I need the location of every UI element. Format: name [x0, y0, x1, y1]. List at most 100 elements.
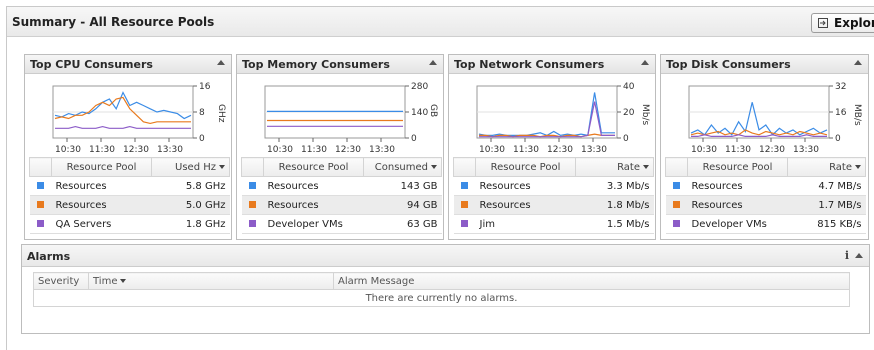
explore-button[interactable]: Explore [811, 13, 874, 33]
collapse-chevron-up-icon[interactable] [429, 60, 437, 65]
orange-swatch-icon [37, 201, 44, 208]
column-header-resource-pool[interactable]: Resource Pool [51, 157, 152, 177]
panel-title: Top Network Consumers [454, 58, 605, 71]
value-cell: 143 GB [363, 176, 442, 196]
color-cell [665, 176, 688, 196]
value-cell: 63 GB [363, 214, 442, 234]
column-header-value[interactable]: Rate [787, 157, 866, 177]
color-column-header [453, 157, 476, 177]
table-row[interactable]: Resources 5.8 GHz [29, 176, 230, 196]
panel-top-network-consumers: Top Network Consumers 40 20 0 Mb/s 10:30 11:3… [448, 54, 656, 240]
value-cell: 815 KB/s [787, 214, 866, 234]
value-cell: 5.8 GHz [151, 176, 230, 196]
y-axis-unit: GB [428, 104, 438, 117]
purple-swatch-icon [461, 220, 468, 227]
color-column-header [29, 157, 52, 177]
table-row[interactable]: Resources 5.0 GHz [29, 195, 230, 215]
table-row[interactable]: Resources 1.8 Mb/s [453, 195, 654, 215]
sort-down-icon [219, 164, 225, 169]
y-tick-label: 40 [623, 82, 635, 92]
y-tick-label: 0 [623, 134, 629, 144]
y-tick-label: 280 [411, 82, 428, 92]
purple-swatch-icon [673, 220, 680, 227]
color-cell [453, 214, 476, 234]
cpu-chart: 16 8 0 GHz 10:30 11:30 12:30 13:30 [29, 78, 229, 159]
table-row[interactable]: Resources 143 GB [241, 176, 442, 196]
explore-icon [818, 18, 828, 28]
collapse-chevron-up-icon[interactable] [641, 60, 649, 65]
sort-down-icon [431, 164, 437, 169]
table-header-row: Resource Pool Rate [453, 157, 654, 177]
y-tick-label: 16 [835, 108, 847, 118]
orange-swatch-icon [461, 201, 468, 208]
table-row[interactable]: Resources 4.7 MB/s [665, 176, 866, 196]
column-header-severity[interactable]: Severity [33, 272, 89, 290]
resource-pool-cell: Jim [475, 214, 576, 234]
panel-top-memory-consumers: Top Memory Consumers 280 140 0 GB 10:30 11:30… [236, 54, 444, 240]
column-header-resource-pool[interactable]: Resource Pool [687, 157, 788, 177]
column-header-value-label: Consumed [374, 161, 428, 173]
value-cell: 4.7 MB/s [787, 176, 866, 196]
resource-pool-cell: QA Servers [51, 214, 152, 234]
x-tick-label: 11:30 [301, 145, 327, 155]
resource-pool-cell: Resources [687, 176, 788, 196]
panel-header: Top Memory Consumers [237, 55, 443, 74]
network-table: Resource Pool Rate Resources 3.3 Mb/s Res… [453, 157, 654, 234]
column-header-value-label: Rate [829, 161, 852, 173]
orange-swatch-icon [249, 201, 256, 208]
panel-top-cpu-consumers: Top CPU Consumers 16 8 0 GHz 10:30 11:30 12:30… [24, 54, 232, 240]
column-header-value[interactable]: Consumed [363, 157, 442, 177]
value-cell: 1.8 GHz [151, 214, 230, 234]
y-axis-unit: MB/s [852, 104, 862, 126]
color-cell [665, 195, 688, 215]
color-cell [241, 214, 264, 234]
table-row[interactable]: Resources 1.7 MB/s [665, 195, 866, 215]
column-header-value-label: Rate [617, 161, 640, 173]
column-header-value[interactable]: Rate [575, 157, 654, 177]
column-header-value[interactable]: Used Hz [151, 157, 230, 177]
x-tick-label: 11:30 [725, 145, 751, 155]
color-column-header [665, 157, 688, 177]
alarms-panel: Alarms i Severity Time Alarm Message The… [21, 244, 870, 334]
chart-svg: 16 8 0 GHz 10:30 11:30 12:30 13:30 [52, 82, 226, 155]
color-cell [29, 176, 52, 196]
x-tick-label: 10:30 [691, 145, 717, 155]
table-row[interactable]: Developer VMs 815 KB/s [665, 214, 866, 234]
chart-svg: 280 140 0 GB 10:30 11:30 12:30 13:30 [264, 82, 438, 155]
x-tick-label: 12:30 [335, 145, 361, 155]
table-row[interactable]: Resources 94 GB [241, 195, 442, 215]
value-cell: 3.3 Mb/s [575, 176, 654, 196]
resource-pool-cell: Resources [475, 176, 576, 196]
disk-table: Resource Pool Rate Resources 4.7 MB/s Res… [665, 157, 866, 234]
column-header-time[interactable]: Time [88, 272, 334, 290]
panel-top-disk-consumers: Top Disk Consumers 32 16 0 MB/s 10:30 11:30 12… [660, 54, 869, 240]
alarms-title: Alarms [27, 250, 71, 263]
disk-chart: 32 16 0 MB/s 10:30 11:30 12:30 13:30 [665, 78, 865, 159]
resource-pool-cell: Developer VMs [263, 214, 364, 234]
column-header-resource-pool[interactable]: Resource Pool [475, 157, 576, 177]
x-tick-label: 13:30 [581, 145, 607, 155]
collapse-chevron-up-icon[interactable] [855, 253, 863, 258]
collapse-chevron-up-icon[interactable] [217, 60, 225, 65]
table-row[interactable]: QA Servers 1.8 GHz [29, 214, 230, 234]
y-tick-label: 0 [199, 134, 205, 144]
color-column-header [241, 157, 264, 177]
sort-down-icon [120, 278, 127, 283]
table-row[interactable]: Resources 3.3 Mb/s [453, 176, 654, 196]
memory-table: Resource Pool Consumed Resources 143 GB R… [241, 157, 442, 234]
value-cell: 94 GB [363, 195, 442, 215]
table-row[interactable]: Developer VMs 63 GB [241, 214, 442, 234]
value-cell: 1.5 Mb/s [575, 214, 654, 234]
collapse-chevron-up-icon[interactable] [854, 60, 862, 65]
column-header-alarm-message[interactable]: Alarm Message [333, 272, 850, 290]
column-header-time-label: Time [93, 275, 118, 287]
x-tick-label: 11:30 [89, 145, 115, 155]
info-icon[interactable]: i [845, 249, 849, 262]
alarms-header: Alarms i [22, 245, 869, 267]
x-tick-label: 10:30 [55, 145, 81, 155]
resource-pool-cell: Resources [687, 195, 788, 215]
y-tick-label: 140 [411, 108, 428, 118]
panel-header: Top CPU Consumers [25, 55, 231, 74]
table-row[interactable]: Jim 1.5 Mb/s [453, 214, 654, 234]
column-header-resource-pool[interactable]: Resource Pool [263, 157, 364, 177]
